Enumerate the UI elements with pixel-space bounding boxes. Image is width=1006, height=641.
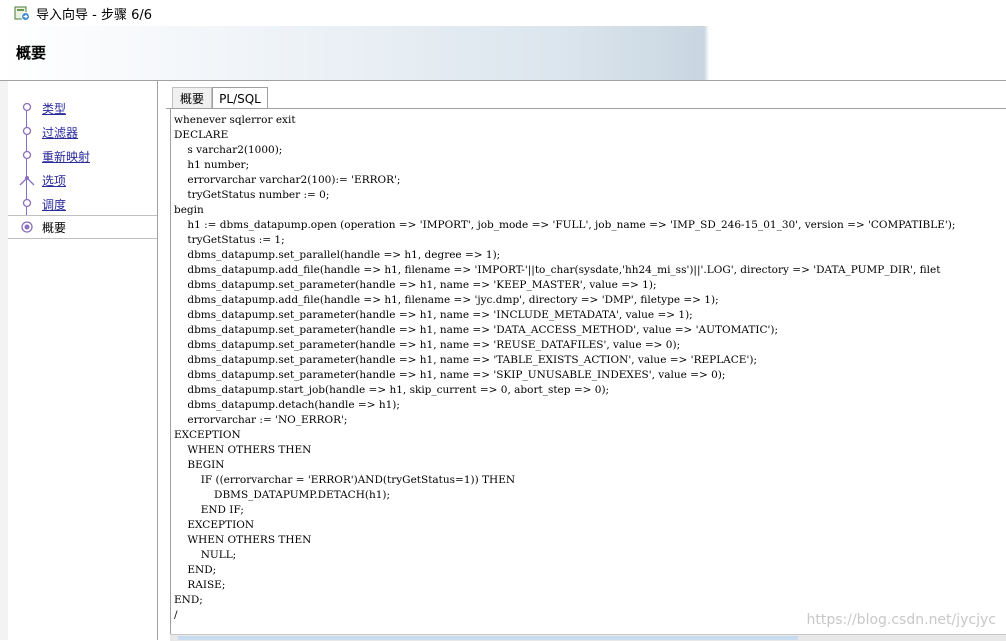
import-wizard-window: 导入向导 - 步骤 6/6 概要 类型 过滤器 重新映射 选项 调度 概要 概要… <box>0 0 1006 641</box>
page-title: 概要 <box>16 44 47 62</box>
plsql-code-text[interactable]: whenever sqlerror exit DECLARE s varchar… <box>174 113 955 623</box>
nav-step-label[interactable]: 概要 <box>42 219 66 236</box>
left-margin <box>0 81 8 640</box>
nav-step-label[interactable]: 重新映射 <box>42 148 90 165</box>
nav-step-label[interactable]: 调度 <box>42 196 66 213</box>
step-marker-icon <box>8 193 42 215</box>
nav-step-label[interactable]: 类型 <box>42 100 66 117</box>
step-marker-icon <box>8 145 42 167</box>
tab-plsql[interactable]: PL/SQL <box>212 87 268 109</box>
title-bar: 导入向导 - 步骤 6/6 <box>0 0 1006 26</box>
watermark: https://blog.csdn.net/jycjyc <box>806 612 997 628</box>
current-step-icon <box>8 216 42 238</box>
wizard-header: 概要 <box>0 26 1006 81</box>
nav-step-remap[interactable]: 重新映射 <box>8 145 157 167</box>
step-branch-icon <box>8 169 42 191</box>
nav-step-summary[interactable]: 概要 <box>8 215 157 239</box>
window-title: 导入向导 - 步骤 6/6 <box>36 7 153 23</box>
nav-step-options[interactable]: 选项 <box>8 169 157 191</box>
tab-label: 概要 <box>179 91 204 106</box>
scrollbar-thumb[interactable] <box>178 636 798 640</box>
tab-bar: 概要 PL/SQL <box>166 86 1006 109</box>
step-marker-icon <box>8 97 42 119</box>
plsql-code-view[interactable]: whenever sqlerror exit DECLARE s varchar… <box>170 108 1006 636</box>
nav-step-type[interactable]: 类型 <box>8 97 157 119</box>
nav-step-filter[interactable]: 过滤器 <box>8 121 157 143</box>
main-content: 概要 PL/SQL whenever sqlerror exit DECLARE… <box>166 86 1006 641</box>
nav-step-schedule[interactable]: 调度 <box>8 193 157 215</box>
tab-summary[interactable]: 概要 <box>172 87 212 108</box>
nav-step-label[interactable]: 过滤器 <box>42 124 78 141</box>
wizard-step-nav: 类型 过滤器 重新映射 选项 调度 概要 <box>8 81 158 640</box>
import-wizard-icon <box>14 6 30 21</box>
step-marker-icon <box>8 121 42 143</box>
nav-step-label[interactable]: 选项 <box>42 172 66 189</box>
tab-label: PL/SQL <box>219 91 261 106</box>
